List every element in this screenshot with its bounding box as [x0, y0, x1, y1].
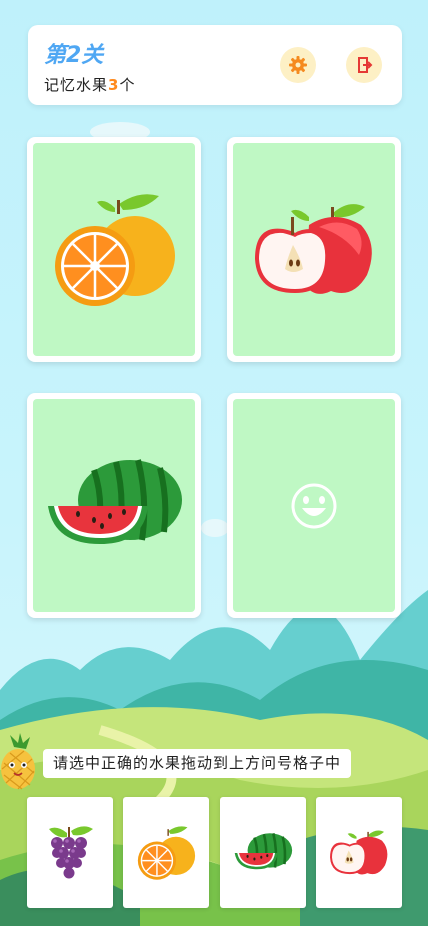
subtitle-prefix: 记忆水果 [44, 76, 109, 94]
orange-icon [137, 825, 196, 880]
option-grapes[interactable] [27, 797, 113, 908]
instruction-hint: 请选中正确的水果拖动到上方问号格子中 [43, 749, 352, 778]
smiley-face-icon [291, 483, 337, 528]
card-face [33, 399, 195, 612]
memory-card-4[interactable] [227, 393, 401, 618]
option-orange[interactable] [123, 797, 209, 908]
option-watermelon[interactable] [220, 797, 306, 908]
option-apple[interactable] [316, 797, 402, 908]
level-header: 第2关 记忆水果3个 [28, 25, 402, 105]
level-title: 第2关 [44, 43, 104, 68]
exit-door-icon [358, 57, 373, 73]
card-face [233, 143, 395, 356]
card-face [33, 143, 195, 356]
pineapple-mascot [1, 733, 35, 790]
subtitle-suffix: 个 [119, 76, 136, 94]
card-face [233, 399, 395, 612]
orange-icon [55, 193, 175, 306]
memory-card-3[interactable] [27, 393, 201, 618]
memory-card-2[interactable] [227, 137, 401, 362]
watermelon-icon [48, 458, 182, 544]
level-subtitle: 记忆水果3个 [44, 74, 135, 95]
exit-button[interactable] [346, 47, 382, 83]
fruit-count: 3 [108, 76, 120, 94]
grapes-icon [49, 825, 93, 878]
apple-icon [330, 829, 388, 875]
settings-button[interactable] [280, 47, 316, 83]
memory-card-1[interactable] [27, 137, 201, 362]
apple-icon [255, 203, 372, 294]
gear-icon [289, 56, 307, 74]
watermelon-icon [234, 832, 293, 869]
